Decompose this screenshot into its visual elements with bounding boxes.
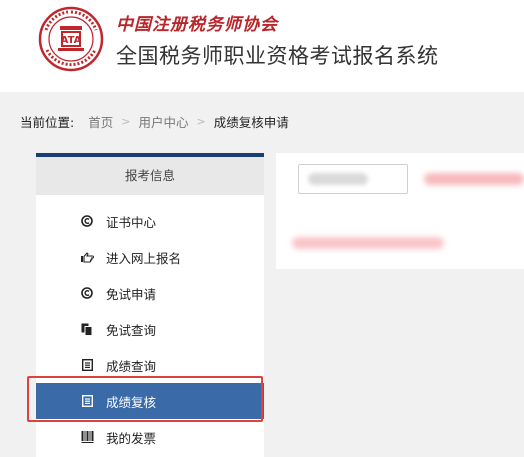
- breadcrumb-prefix: 当前位置:: [20, 114, 75, 130]
- site-header: ATA 中国注册税务师协会 全国税务师职业资格考试报名系统: [0, 0, 524, 92]
- sidebar: 报考信息 证书中心 进入网上报名 免试申请 免试查询 成绩查询 成绩复核 我的发…: [36, 153, 264, 457]
- sidebar-item-label: 我的发票: [106, 430, 157, 446]
- list-document-icon: [80, 394, 94, 408]
- organization-name: 中国注册税务师协会: [116, 15, 278, 35]
- list-document-icon: [80, 358, 94, 372]
- breadcrumb-current: 成绩复核申请: [213, 114, 289, 130]
- copyright-circle-icon: [80, 214, 94, 228]
- sidebar-item-exemption-query[interactable]: 免试查询: [36, 311, 264, 347]
- sidebar-item-score-query[interactable]: 成绩查询: [36, 347, 264, 383]
- redacted-text: [292, 237, 444, 249]
- sidebar-item-label: 免试查询: [106, 322, 157, 338]
- sidebar-item-score-review[interactable]: 成绩复核: [36, 383, 264, 419]
- breadcrumb-user-center-link[interactable]: 用户中心: [138, 112, 188, 131]
- system-title: 全国税务师职业资格考试报名系统: [116, 44, 439, 68]
- sidebar-item-label: 成绩查询: [106, 358, 157, 374]
- svg-text:ATA: ATA: [61, 35, 82, 46]
- redacted-text: [308, 173, 368, 185]
- sidebar-item-label: 证书中心: [106, 214, 157, 230]
- sidebar-item-exemption-apply[interactable]: 免试申请: [36, 275, 264, 311]
- sidebar-title: 报考信息: [36, 157, 264, 195]
- association-seal-logo: ATA: [38, 6, 104, 72]
- sidebar-item-label: 免试申请: [106, 286, 157, 302]
- sidebar-item-online-registration[interactable]: 进入网上报名: [36, 239, 264, 275]
- barcode-icon: [80, 430, 94, 444]
- sidebar-item-label: 成绩复核: [106, 394, 157, 410]
- content-panel: [276, 153, 524, 269]
- breadcrumb-separator: >: [121, 114, 131, 128]
- breadcrumb-home-link[interactable]: 首页: [88, 112, 113, 131]
- sidebar-item-certificate-center[interactable]: 证书中心: [36, 203, 264, 239]
- sidebar-item-my-invoices[interactable]: 我的发票: [36, 419, 264, 455]
- copyright-circle-icon: [80, 286, 94, 300]
- sidebar-item-label: 进入网上报名: [106, 250, 182, 266]
- documents-icon: [80, 322, 94, 336]
- hand-pointer-icon: [80, 250, 94, 264]
- redacted-text: [424, 173, 524, 185]
- breadcrumb: 当前位置: 首页 > 用户中心 > 成绩复核申请: [20, 112, 289, 130]
- sidebar-menu: 证书中心 进入网上报名 免试申请 免试查询 成绩查询 成绩复核 我的发票: [36, 195, 264, 455]
- breadcrumb-separator: >: [196, 114, 206, 128]
